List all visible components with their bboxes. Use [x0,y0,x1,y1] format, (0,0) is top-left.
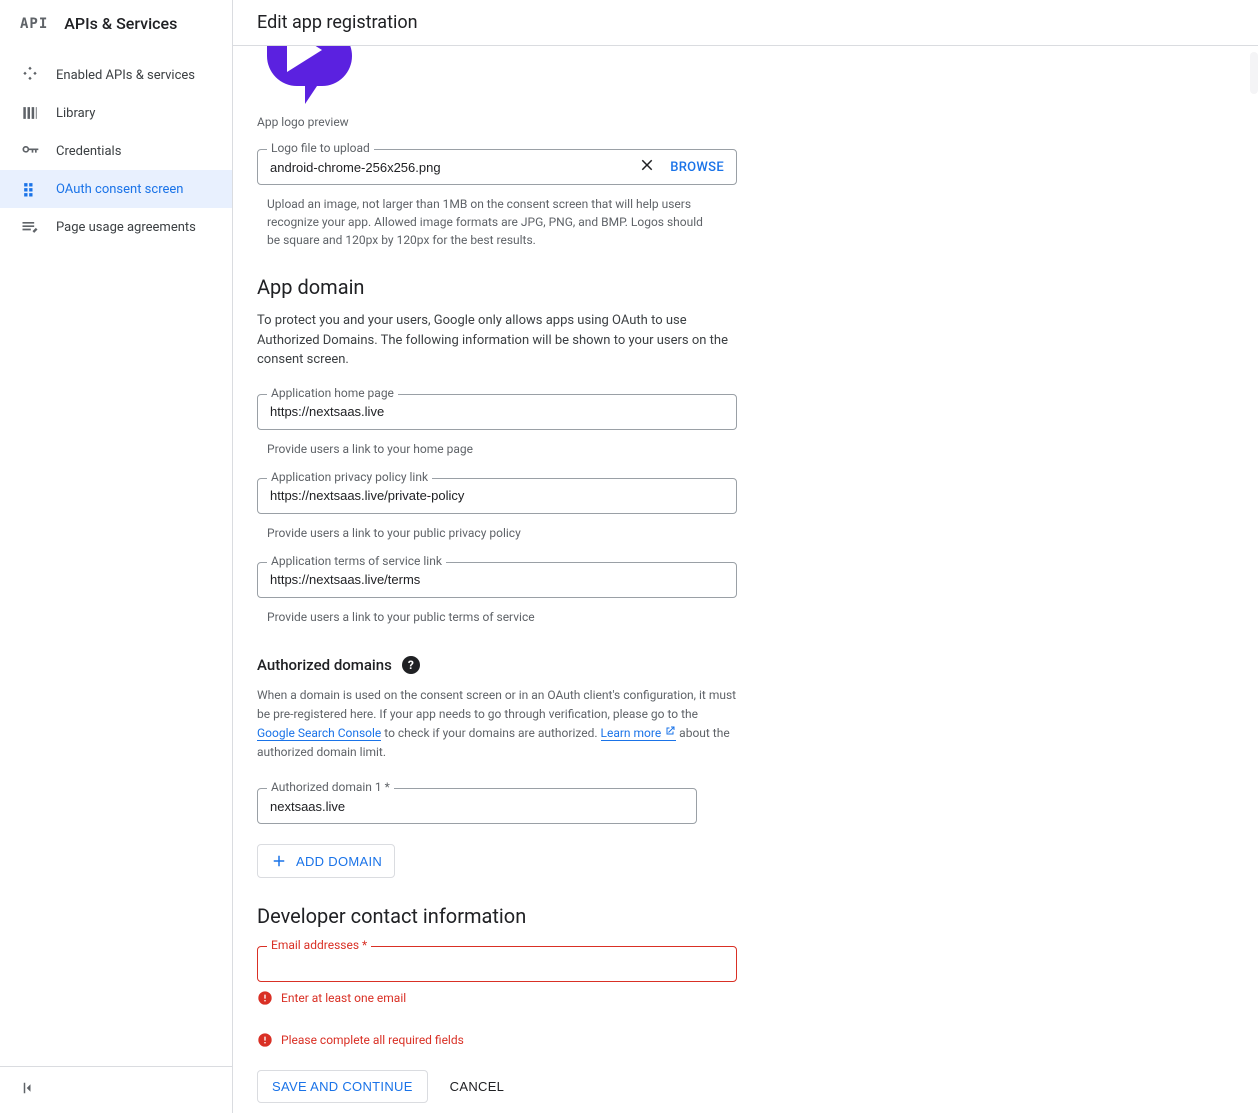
home-page-helper: Provide users a link to your home page [257,434,817,458]
app-domain-heading: App domain [257,275,817,299]
terms-label: Application terms of service link [267,554,446,568]
form-error-text: Please complete all required fields [281,1033,464,1047]
nav-item-page-usage[interactable]: Page usage agreements [0,208,232,246]
cancel-button[interactable]: CANCEL [446,1071,509,1102]
sidebar-title: APIs & Services [64,14,177,33]
terms-helper: Provide users a link to your public term… [257,602,817,626]
sidebar-collapse[interactable] [0,1066,232,1113]
home-page-field: Application home page [257,394,737,430]
add-domain-label: ADD DOMAIN [296,854,382,869]
form-error: Please complete all required fields [257,1032,817,1048]
app-domain-desc: To protect you and your users, Google on… [257,311,737,370]
nav-item-oauth-consent[interactable]: OAuth consent screen [0,170,232,208]
help-icon[interactable]: ? [402,656,420,674]
sidebar-nav: Enabled APIs & services Library Credenti… [0,48,232,246]
email-error-text: Enter at least one email [281,991,406,1005]
auth-desc-2: to check if your domains are authorized. [381,726,600,740]
action-buttons: SAVE AND CONTINUE CANCEL [257,1070,817,1103]
external-link-icon [664,724,676,743]
authorized-domain-label: Authorized domain 1 * [267,780,394,794]
email-addresses-label: Email addresses * [267,938,371,952]
home-page-label: Application home page [267,386,398,400]
app-logo-preview [257,46,357,111]
logo-file-input[interactable] [270,160,638,175]
page-title: Edit app registration [233,0,1258,46]
email-addresses-field: Email addresses * [257,946,737,982]
sidebar: API APIs & Services Enabled APIs & servi… [0,0,233,1113]
sidebar-header: API APIs & Services [0,0,232,48]
authorized-domain-field: Authorized domain 1 * [257,788,697,824]
privacy-policy-helper: Provide users a link to your public priv… [257,518,817,542]
nav-item-label: Credentials [56,144,121,159]
browse-button[interactable]: BROWSE [670,160,724,175]
logo-caption: App logo preview [257,115,817,129]
api-icon: API [20,16,48,32]
credentials-icon [20,141,40,161]
authorized-domain-input[interactable] [270,799,684,814]
learn-more-link[interactable]: Learn more [601,726,677,741]
add-domain-button[interactable]: ADD DOMAIN [257,844,395,878]
logo-file-label: Logo file to upload [267,141,374,155]
nav-item-library[interactable]: Library [0,94,232,132]
oauth-consent-icon [20,179,40,199]
clear-icon[interactable] [638,156,656,178]
terms-field: Application terms of service link [257,562,737,598]
nav-item-label: Library [56,106,95,121]
authorized-domains-desc: When a domain is used on the consent scr… [257,686,737,763]
privacy-policy-input[interactable] [270,488,724,503]
logo-file-helper: Upload an image, not larger than 1MB on … [257,189,717,249]
email-error: Enter at least one email [257,990,817,1006]
nav-item-label: OAuth consent screen [56,182,183,197]
google-search-console-link[interactable]: Google Search Console [257,726,381,741]
plus-icon [270,852,288,870]
collapse-icon [20,1085,38,1101]
save-and-continue-button[interactable]: SAVE AND CONTINUE [257,1070,428,1103]
error-icon [257,990,273,1006]
enabled-apis-icon [20,65,40,85]
nav-item-credentials[interactable]: Credentials [0,132,232,170]
terms-input[interactable] [270,572,724,587]
main: Edit app registration App logo preview L… [233,0,1258,1113]
nav-item-label: Enabled APIs & services [56,68,195,83]
privacy-policy-label: Application privacy policy link [267,470,432,484]
email-addresses-input[interactable] [270,957,724,972]
authorized-domains-text: Authorized domains [257,656,392,674]
library-icon [20,103,40,123]
developer-contact-heading: Developer contact information [257,904,817,928]
authorized-domains-heading: Authorized domains ? [257,656,817,674]
home-page-input[interactable] [270,404,724,419]
auth-desc-1: When a domain is used on the consent scr… [257,688,736,721]
nav-item-label: Page usage agreements [56,220,196,235]
logo-file-field: Logo file to upload BROWSE [257,149,737,185]
error-icon [257,1032,273,1048]
main-content: App logo preview Logo file to upload BRO… [233,46,1258,1113]
privacy-policy-field: Application privacy policy link [257,478,737,514]
page-usage-icon [20,217,40,237]
scrollbar[interactable] [1250,52,1258,94]
nav-item-enabled-apis[interactable]: Enabled APIs & services [0,56,232,94]
